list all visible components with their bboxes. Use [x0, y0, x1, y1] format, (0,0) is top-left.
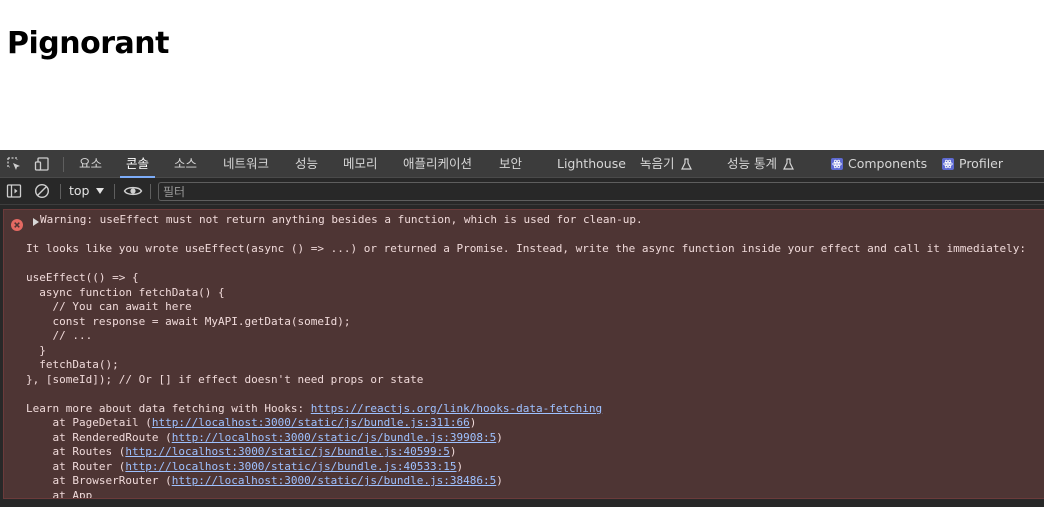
flask-icon: [782, 158, 794, 170]
chevron-down-icon[interactable]: [96, 188, 104, 194]
tab-application[interactable]: 애플리케이션: [403, 150, 472, 178]
stack-frame-link[interactable]: http://localhost:3000/static/js/bundle.j…: [152, 416, 470, 429]
devtools-tab-bar: 요소 콘솔 소스 네트워크 성능 메모리 애플리케이션 보안 Lighthous…: [0, 150, 1044, 178]
stack-frame-link[interactable]: http://localhost:3000/static/js/bundle.j…: [125, 445, 450, 458]
flask-icon: [680, 158, 692, 170]
code-line: const response = await MyAPI.getData(som…: [26, 314, 351, 328]
tab-security[interactable]: 보안: [499, 150, 522, 178]
code-line: fetchData();: [26, 358, 119, 371]
tab-console[interactable]: 콘솔: [120, 150, 156, 178]
learn-more-text: Learn more about data fetching with Hook…: [26, 401, 311, 415]
code-line: // You can await here: [26, 300, 192, 313]
tab-network[interactable]: 네트워크: [223, 150, 269, 178]
stack-frame-function: RenderedRoute: [72, 430, 159, 444]
toolbar-divider: [114, 184, 115, 199]
toolbar-divider: [60, 184, 61, 199]
learn-more-link[interactable]: https://reactjs.org/link/hooks-data-fetc…: [311, 402, 602, 415]
tab-elements[interactable]: 요소: [79, 150, 102, 178]
stack-frame-link[interactable]: http://localhost:3000/static/js/bundle.j…: [125, 460, 456, 473]
tab-react-profiler[interactable]: Profiler: [942, 150, 1003, 178]
stack-frame-function: Routes: [72, 445, 113, 458]
toolbar-divider: [63, 157, 64, 172]
error-description-line: It looks like you wrote useEffect(async …: [26, 242, 1027, 255]
code-line: }: [26, 343, 46, 357]
tab-performance[interactable]: 성능: [295, 150, 318, 178]
inspect-element-icon[interactable]: [6, 156, 22, 172]
tab-memory[interactable]: 메모리: [343, 150, 378, 178]
clear-console-icon[interactable]: [34, 183, 50, 199]
context-selector[interactable]: top: [69, 178, 89, 204]
page-heading: Pignorant: [7, 26, 169, 61]
tab-performance-insights[interactable]: 성능 통계: [727, 150, 794, 178]
stack-frame-function: BrowserRouter: [72, 474, 159, 487]
code-line: async function fetchData() {: [26, 285, 225, 299]
sidebar-toggle-icon[interactable]: [6, 183, 22, 199]
stack-frame-link[interactable]: http://localhost:3000/static/js/bundle.j…: [172, 431, 497, 444]
code-line: // ...: [26, 329, 93, 342]
toolbar-divider: [150, 184, 151, 199]
stack-frame-function: App: [72, 488, 93, 499]
filter-input[interactable]: [158, 182, 1044, 201]
code-line: }, [someId]); // Or [] if effect doesn't…: [26, 372, 424, 386]
error-message-text: Warning: useEffect must not return anyth…: [26, 213, 1027, 499]
code-line: useEffect(() => {: [26, 271, 139, 284]
error-icon: [11, 216, 23, 231]
tab-react-components[interactable]: Components: [831, 150, 927, 178]
console-output: Warning: useEffect must not return anyth…: [0, 206, 1044, 507]
react-icon: [831, 158, 843, 170]
tab-lighthouse[interactable]: Lighthouse: [557, 150, 626, 178]
device-toolbar-icon[interactable]: [34, 156, 50, 172]
console-toolbar: top: [0, 178, 1044, 205]
error-warning-line: Warning: useEffect must not return anyth…: [40, 213, 643, 226]
stack-frame-function: Router: [72, 459, 113, 473]
stack-frame-function: PageDetail: [72, 416, 139, 429]
eye-icon[interactable]: [123, 183, 143, 199]
console-error-message: Warning: useEffect must not return anyth…: [3, 209, 1044, 499]
stack-frame-link[interactable]: http://localhost:3000/static/js/bundle.j…: [172, 474, 497, 487]
react-icon: [942, 158, 954, 170]
tab-sources[interactable]: 소스: [174, 150, 197, 178]
tab-recorder[interactable]: 녹음기: [640, 150, 692, 178]
devtools-panel: 요소 콘솔 소스 네트워크 성능 메모리 애플리케이션 보안 Lighthous…: [0, 150, 1044, 507]
